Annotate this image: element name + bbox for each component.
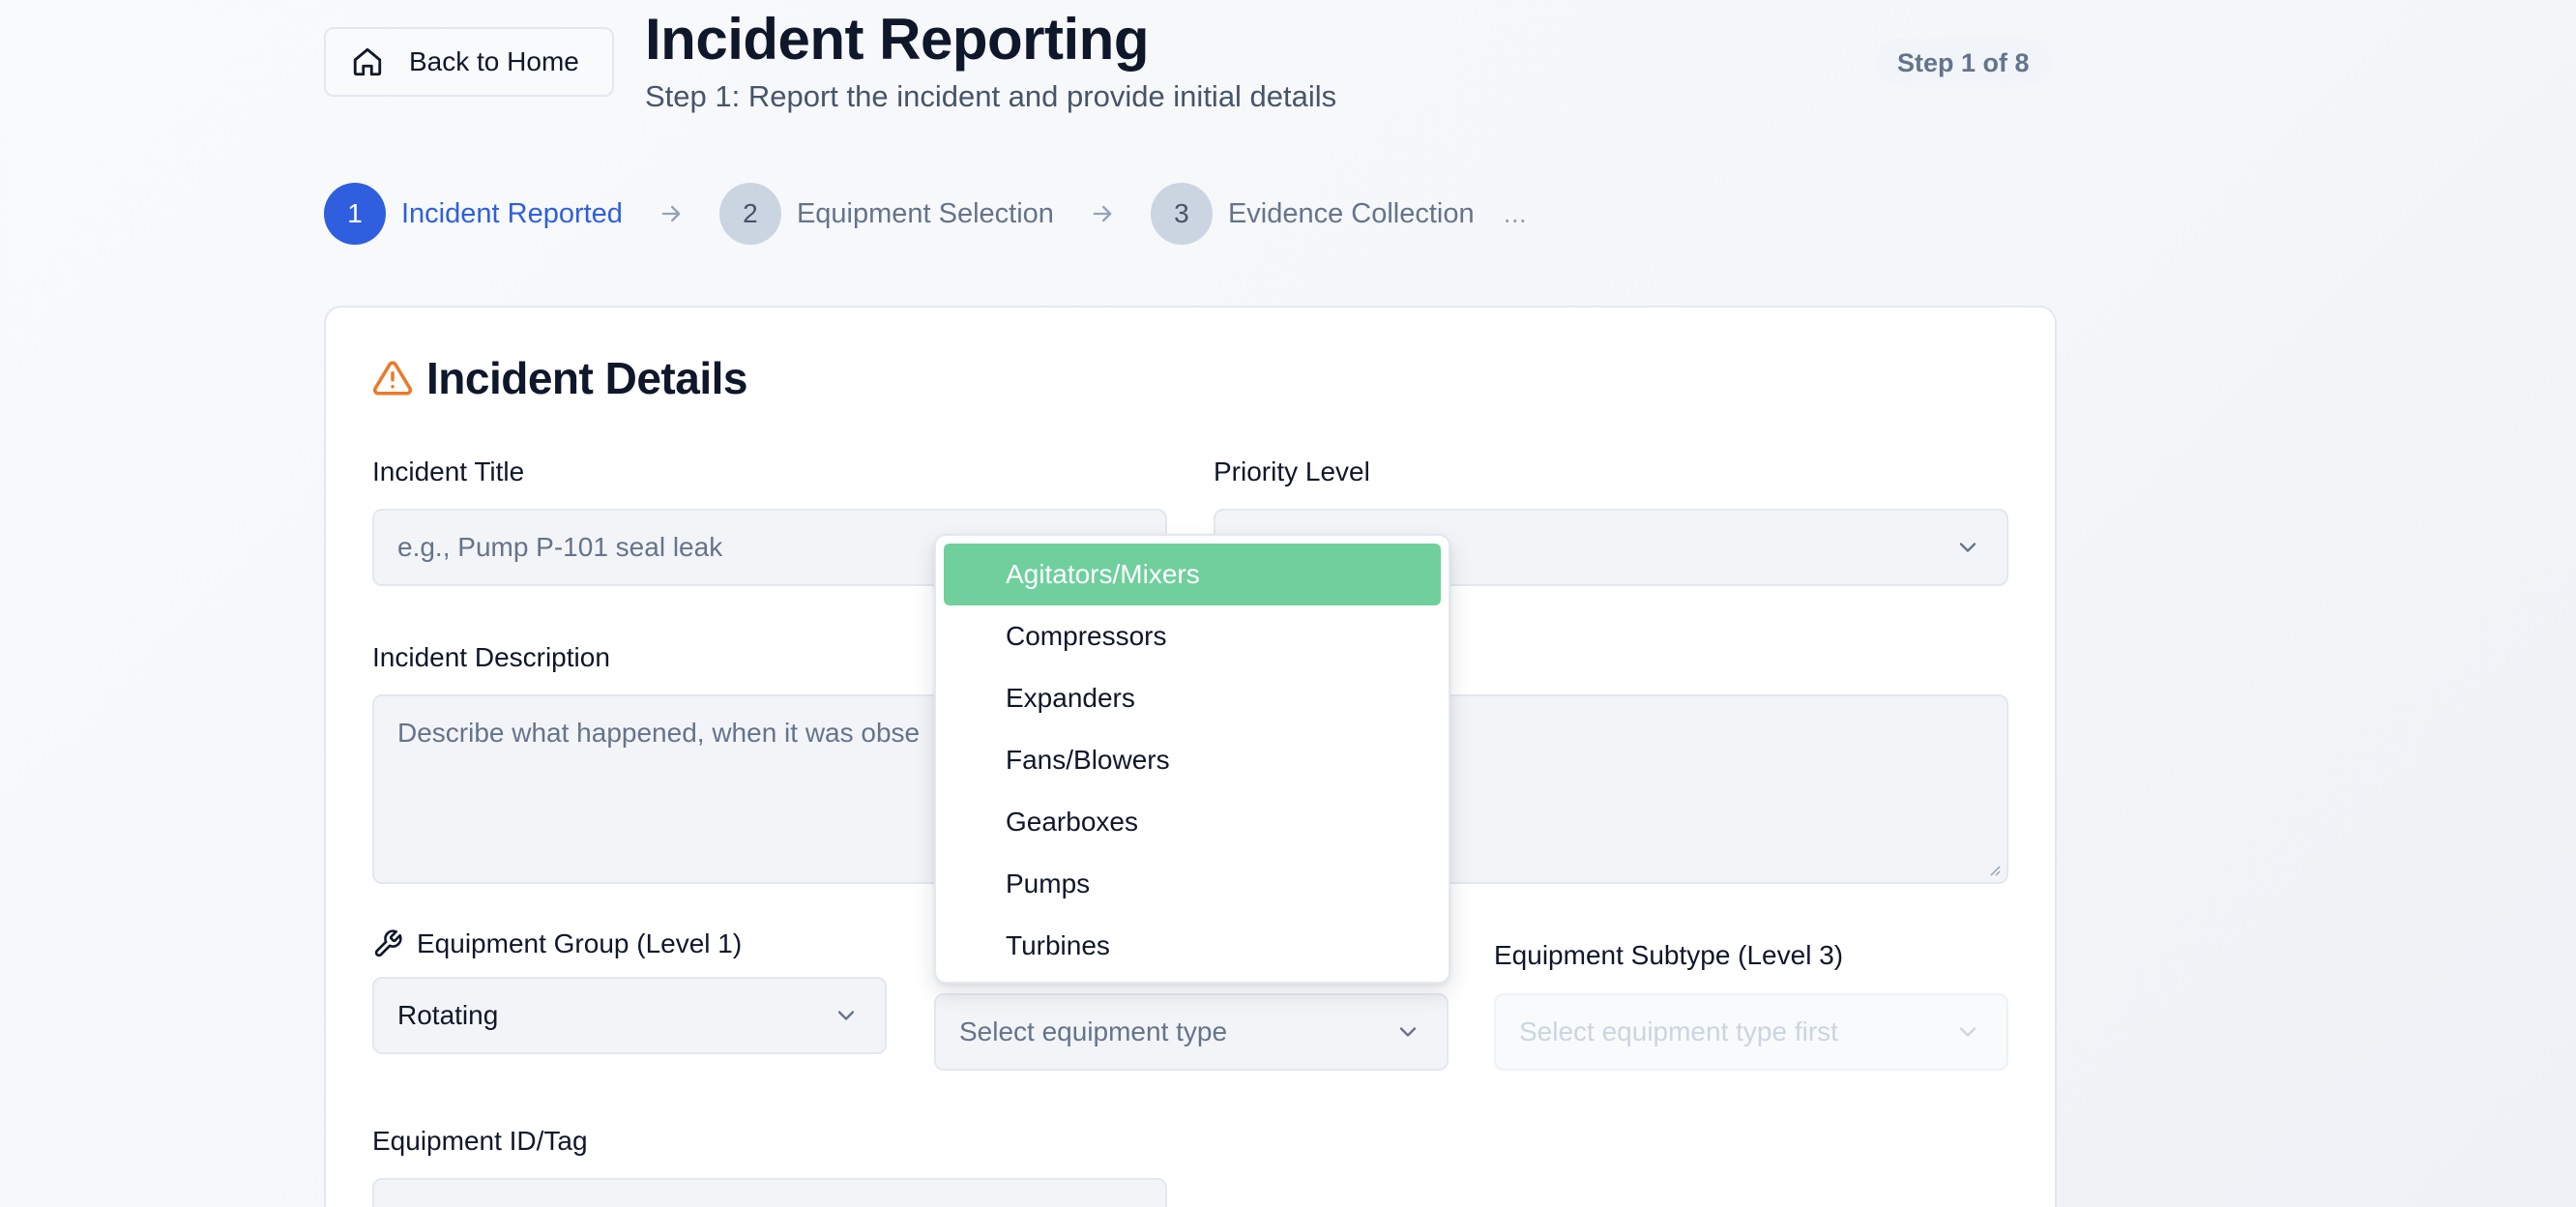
incident-description-placeholder: Describe what happened, when it was obse: [397, 718, 921, 748]
dropdown-option[interactable]: Fans/Blowers: [944, 729, 1441, 791]
step-1-label[interactable]: Incident Reported: [401, 198, 623, 230]
priority-level-label: Priority Level: [1214, 456, 1370, 486]
equipment-group-value: Rotating: [397, 1000, 499, 1030]
page-subtitle: Step 1: Report the incident and provide …: [645, 79, 1337, 113]
incident-title-placeholder: e.g., Pump P-101 seal leak: [397, 532, 723, 562]
chevron-down-icon: [1959, 543, 1976, 552]
dropdown-option[interactable]: Turbines: [944, 915, 1441, 977]
chevron-down-icon: [837, 1011, 855, 1020]
back-to-home-button[interactable]: Back to Home: [324, 27, 614, 97]
step-3-label[interactable]: Evidence Collection: [1228, 198, 1475, 230]
equipment-group-select[interactable]: Rotating: [372, 977, 887, 1054]
equipment-id-input[interactable]: [372, 1178, 1167, 1207]
step-badge: Step 1 of 8: [1876, 39, 2051, 87]
resize-handle-icon[interactable]: [1987, 863, 2001, 876]
equipment-group-label: Equipment Group (Level 1): [372, 928, 742, 959]
equipment-type-select[interactable]: Select equipment type: [934, 993, 1449, 1071]
chevron-down-icon: [1399, 1027, 1417, 1037]
incident-title-label: Incident Title: [372, 456, 525, 486]
equipment-subtype-label: Equipment Subtype (Level 3): [1494, 940, 1844, 970]
equipment-type-dropdown: Agitators/Mixers Compressors Expanders F…: [934, 534, 1450, 984]
card-title-text: Incident Details: [426, 353, 747, 403]
progress-stepper: 1 Incident Reported 2 Equipment Selectio…: [324, 183, 1527, 245]
dropdown-option[interactable]: Gearboxes: [944, 791, 1441, 853]
equipment-subtype-placeholder: Select equipment type first: [1519, 1016, 1838, 1046]
page-title: Incident Reporting: [645, 7, 1149, 72]
step-2-circle[interactable]: 2: [718, 183, 781, 245]
step-2-label[interactable]: Equipment Selection: [797, 198, 1054, 230]
wrench-icon: [374, 929, 402, 957]
home-icon: [353, 47, 382, 76]
incident-description-label: Incident Description: [372, 642, 610, 672]
arrow-right-icon: [661, 205, 681, 222]
more-steps-ellipsis: ...: [1503, 197, 1527, 229]
equipment-group-label-text: Equipment Group (Level 1): [417, 928, 743, 958]
dropdown-option[interactable]: Compressors: [944, 605, 1441, 667]
arrow-right-icon: [1093, 205, 1112, 222]
equipment-subtype-select: Select equipment type first: [1494, 993, 2008, 1071]
card-title: Incident Details: [372, 352, 747, 404]
dropdown-option[interactable]: Agitators/Mixers: [944, 544, 1441, 605]
equipment-id-label: Equipment ID/Tag: [372, 1126, 588, 1156]
dropdown-option[interactable]: Expanders: [944, 667, 1441, 729]
step-3-circle[interactable]: 3: [1150, 183, 1213, 245]
warning-triangle-icon: [372, 361, 413, 396]
chevron-down-icon: [1959, 1027, 1976, 1037]
dropdown-option[interactable]: Pumps: [944, 853, 1441, 915]
step-1-circle[interactable]: 1: [324, 183, 386, 245]
back-to-home-label: Back to Home: [409, 46, 579, 76]
equipment-type-placeholder: Select equipment type: [959, 1016, 1228, 1046]
